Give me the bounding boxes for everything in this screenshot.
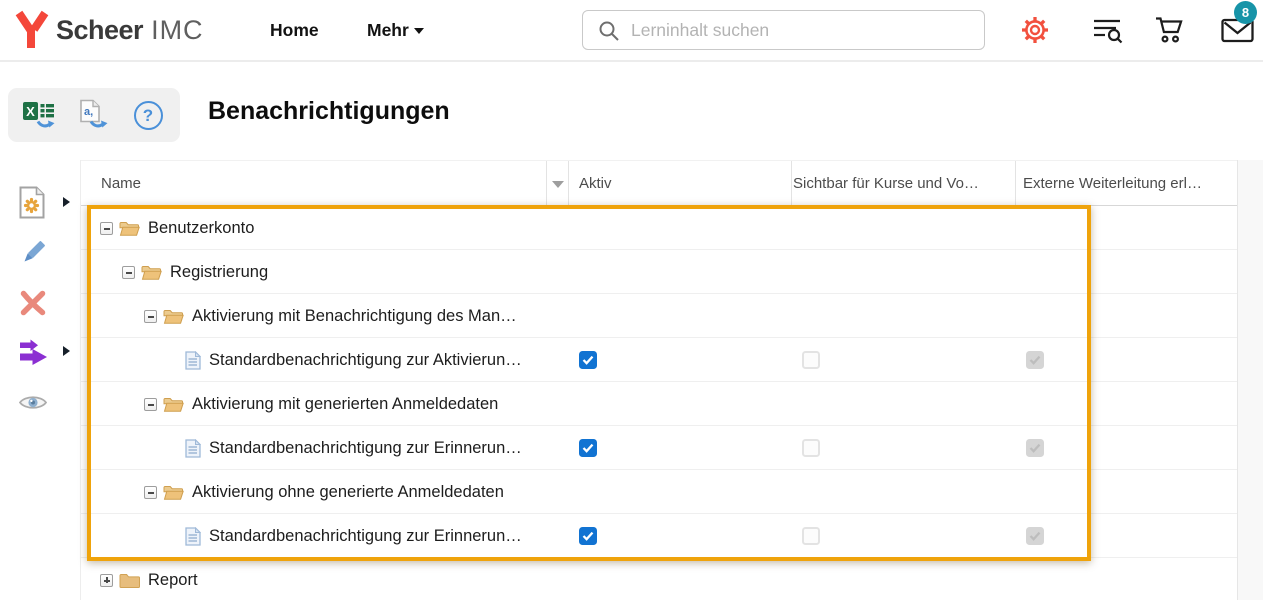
tree-row-folder[interactable]: Aktivierung ohne generierte Anmeldedaten — [81, 470, 1237, 514]
row-label: Aktivierung mit Benachrichtigung des Man… — [192, 307, 517, 326]
chevron-down-icon — [414, 28, 424, 34]
name-cell: Standardbenachrichtigung zur Erinnerun… — [81, 514, 522, 558]
move-flyout-arrow-icon[interactable] — [63, 346, 70, 356]
row-label: Standardbenachrichtigung zur Aktivierun… — [209, 351, 522, 370]
notification-document-icon — [185, 439, 201, 458]
tree-row-folder[interactable]: Aktivierung mit generierten Anmeldedaten — [81, 382, 1237, 426]
name-cell: Registrierung — [81, 250, 268, 294]
collapse-toggle-icon[interactable] — [100, 222, 113, 235]
open-folder-icon — [141, 264, 162, 281]
column-header-extern[interactable]: Externe Weiterleitung erl… — [1023, 161, 1202, 207]
column-header-sichtbar[interactable]: Sichtbar für Kurse und Vo… — [793, 161, 979, 207]
name-cell: Standardbenachrichtigung zur Aktivierun… — [81, 338, 522, 382]
mail-badge[interactable]: 8 — [1234, 1, 1257, 24]
tree-row-notification[interactable]: Standardbenachrichtigung zur Erinnerun… — [81, 426, 1237, 470]
settings-icon[interactable] — [1021, 16, 1049, 49]
move-button[interactable] — [18, 337, 50, 370]
collapse-toggle-icon[interactable] — [144, 310, 157, 323]
checkbox-sichtbar[interactable] — [802, 351, 820, 369]
brand-suffix: IMC — [151, 15, 204, 46]
tree-row-notification[interactable]: Standardbenachrichtigung zur Aktivierun… — [81, 338, 1237, 382]
name-cell: Standardbenachrichtigung zur Erinnerun… — [81, 426, 522, 470]
page-title: Benachrichtigungen — [208, 97, 450, 126]
tree-row-notification[interactable]: Standardbenachrichtigung zur Erinnerun… — [81, 514, 1237, 558]
help-icon: ? — [134, 101, 163, 130]
open-folder-icon — [119, 220, 140, 237]
checkbox-extern — [1026, 527, 1044, 545]
nav-mehr-label: Mehr — [367, 20, 409, 40]
logo-mark-icon — [14, 10, 50, 50]
collapse-toggle-icon[interactable] — [122, 266, 135, 279]
checkbox-aktiv[interactable] — [579, 527, 597, 545]
checkbox-sichtbar[interactable] — [802, 527, 820, 545]
tree-row-folder[interactable]: Aktivierung mit Benachrichtigung des Man… — [81, 294, 1237, 338]
export-toolbar: X a, ? — [8, 88, 180, 142]
expand-toggle-icon[interactable] — [100, 574, 113, 587]
open-folder-icon — [163, 484, 184, 501]
notification-document-icon — [185, 351, 201, 370]
checkbox-extern — [1026, 439, 1044, 457]
delete-button[interactable] — [18, 288, 48, 323]
excel-export-button[interactable]: X — [18, 93, 62, 137]
folder-icon — [119, 572, 140, 589]
table-header: Name Aktiv Sichtbar für Kurse und Vo… Ex… — [81, 160, 1237, 206]
name-cell: Report — [81, 558, 198, 600]
open-folder-icon — [163, 396, 184, 413]
row-label: Registrierung — [170, 263, 268, 282]
table-body: Benutzerkonto Registrierung Aktivierung mi… — [81, 206, 1237, 600]
row-label: Standardbenachrichtigung zur Erinnerun… — [209, 439, 522, 458]
cart-icon[interactable] — [1154, 15, 1186, 50]
sort-caret-icon[interactable] — [552, 181, 564, 188]
checkbox-aktiv[interactable] — [579, 351, 597, 369]
notifications-table: Name Aktiv Sichtbar für Kurse und Vo… Ex… — [80, 160, 1263, 600]
create-item-button[interactable] — [18, 186, 46, 224]
svg-text:X: X — [26, 104, 35, 119]
logo[interactable]: Scheer IMC — [14, 0, 204, 60]
action-sidebar — [0, 160, 80, 600]
search-list-icon[interactable] — [1092, 15, 1124, 50]
nav-mehr[interactable]: Mehr — [367, 0, 424, 60]
name-cell: Benutzerkonto — [81, 206, 254, 250]
help-button[interactable]: ? — [126, 93, 170, 137]
column-divider — [791, 161, 792, 205]
notification-document-icon — [185, 527, 201, 546]
row-label: Report — [148, 571, 198, 590]
tree-row-folder[interactable]: Benutzerkonto — [81, 206, 1237, 250]
edit-button[interactable] — [18, 238, 48, 273]
column-divider — [1015, 161, 1016, 205]
svg-text:a,: a, — [84, 106, 93, 118]
row-label: Benutzerkonto — [148, 219, 254, 238]
row-label: Standardbenachrichtigung zur Erinnerun… — [209, 527, 522, 546]
collapse-toggle-icon[interactable] — [144, 486, 157, 499]
top-navigation-bar: Scheer IMC Home Mehr — [0, 0, 1263, 62]
tree-row-folder[interactable]: Registrierung — [81, 250, 1237, 294]
brand-name: Scheer — [56, 15, 143, 46]
column-divider — [568, 161, 569, 205]
text-export-button[interactable]: a, — [72, 93, 116, 137]
name-cell: Aktivierung ohne generierte Anmeldedaten — [81, 470, 504, 514]
column-header-aktiv[interactable]: Aktiv — [579, 161, 612, 207]
column-header-name[interactable]: Name — [101, 161, 141, 207]
table-right-gutter — [1237, 160, 1263, 600]
search-input[interactable] — [583, 11, 984, 49]
checkbox-extern — [1026, 351, 1044, 369]
preview-button[interactable] — [18, 392, 48, 418]
name-cell: Aktivierung mit generierten Anmeldedaten — [81, 382, 498, 426]
row-label: Aktivierung ohne generierte Anmeldedaten — [192, 483, 504, 502]
nav-home[interactable]: Home — [270, 0, 319, 60]
checkbox-aktiv[interactable] — [579, 439, 597, 457]
column-divider — [546, 161, 547, 205]
search-box — [582, 10, 985, 50]
name-cell: Aktivierung mit Benachrichtigung des Man… — [81, 294, 517, 338]
checkbox-sichtbar[interactable] — [802, 439, 820, 457]
collapse-toggle-icon[interactable] — [144, 398, 157, 411]
row-label: Aktivierung mit generierten Anmeldedaten — [192, 395, 498, 414]
create-item-flyout-arrow-icon[interactable] — [63, 197, 70, 207]
open-folder-icon — [163, 308, 184, 325]
app-window: Scheer IMC Home Mehr — [0, 0, 1263, 600]
tree-row-folder[interactable]: Report — [81, 558, 1237, 600]
